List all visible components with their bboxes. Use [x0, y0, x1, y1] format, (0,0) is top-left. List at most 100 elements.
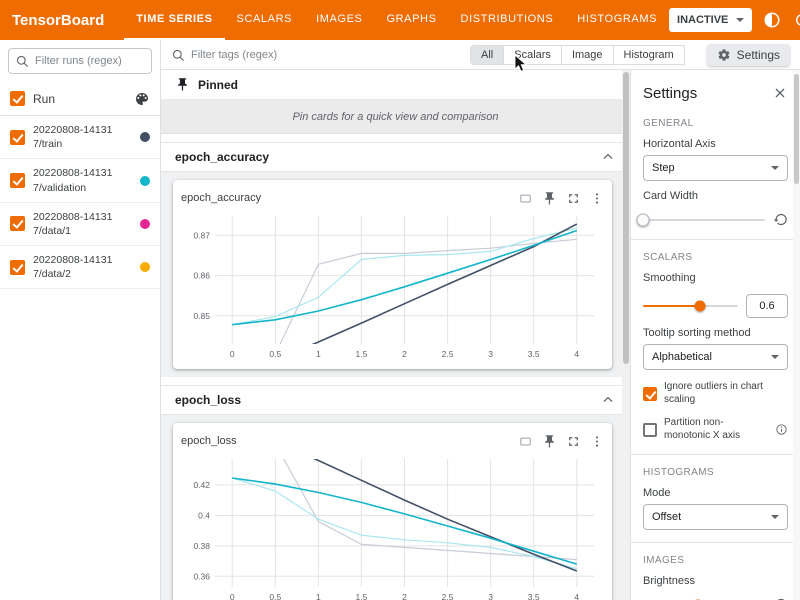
histogram-mode-value: Offset	[652, 511, 681, 523]
chevron-down-icon	[771, 515, 779, 519]
scalar-card-epoch-loss: epoch_loss 00.511.522.533.540.360.380.40…	[173, 423, 612, 600]
fullscreen-icon[interactable]	[566, 191, 581, 206]
horizontal-axis-select[interactable]: Step	[643, 155, 788, 181]
run-checkbox[interactable]	[10, 173, 25, 188]
svg-text:0.85: 0.85	[193, 311, 210, 321]
histogram-mode-select[interactable]: Offset	[643, 504, 788, 530]
settings-button-label: Settings	[737, 48, 780, 62]
svg-text:0.36: 0.36	[193, 571, 210, 581]
brightness-label: Brightness	[643, 575, 788, 587]
tab-distributions[interactable]: DISTRIBUTIONS	[449, 0, 566, 40]
partition-x-row[interactable]: Partition non-monotonic X axis	[643, 417, 788, 442]
histogram-mode-label: Mode	[643, 487, 788, 499]
run-list-item[interactable]: 20220808-141317/data/2	[0, 246, 160, 289]
svg-text:1.5: 1.5	[355, 592, 367, 600]
runs-list-header: Run	[0, 82, 160, 116]
content-column: All Scalars Image Histogram Settings Pin…	[161, 40, 800, 600]
run-checkbox[interactable]	[10, 260, 25, 275]
section-label-scalars: SCALARS	[643, 252, 788, 263]
card-title: epoch_accuracy	[181, 192, 261, 204]
search-icon	[171, 48, 185, 62]
tags-filter-input[interactable]	[191, 49, 462, 61]
pin-card-icon[interactable]	[542, 191, 557, 206]
run-label: 20220808-141317/validation	[33, 166, 121, 194]
run-list-item[interactable]: 20220808-141317/train	[0, 116, 160, 159]
chip-histogram[interactable]: Histogram	[613, 45, 685, 65]
more-options-icon[interactable]	[590, 434, 604, 449]
smoothing-label: Smoothing	[643, 272, 788, 284]
runs-sidebar: Run 20220808-141317/train 20220808-14131…	[0, 40, 161, 600]
svg-text:0.5: 0.5	[269, 592, 281, 600]
epoch-loss-chart[interactable]: 00.511.522.533.540.360.380.40.42	[181, 453, 604, 600]
tooltip-sort-value: Alphabetical	[652, 351, 712, 363]
smoothing-control	[643, 294, 788, 318]
tab-graphs[interactable]: GRAPHS	[374, 0, 448, 40]
card-header: epoch_loss	[181, 429, 604, 453]
settings-scrollbar-thumb[interactable]	[794, 74, 799, 184]
search-icon	[15, 54, 29, 68]
refresh-icon[interactable]	[792, 10, 800, 30]
smoothing-slider[interactable]	[643, 305, 738, 307]
run-select-all-checkbox[interactable]	[10, 91, 25, 106]
scalar-card-epoch-accuracy: epoch_accuracy 00.511.522.533.540.850.86…	[173, 180, 612, 369]
chevron-down-icon	[771, 355, 779, 359]
chip-image[interactable]: Image	[561, 45, 614, 65]
more-options-icon[interactable]	[590, 191, 604, 206]
card-width-slider[interactable]	[643, 219, 765, 221]
app-header: TensorBoard TIME SERIES SCALARS IMAGES G…	[0, 0, 800, 40]
spacer	[161, 134, 630, 142]
tooltip-sort-select[interactable]: Alphabetical	[643, 344, 788, 370]
svg-text:3.5: 3.5	[528, 592, 540, 600]
gear-icon	[717, 48, 731, 62]
info-icon	[775, 423, 788, 436]
tab-histograms[interactable]: HISTOGRAMS	[565, 0, 669, 40]
palette-icon[interactable]	[134, 91, 150, 107]
run-checkbox[interactable]	[10, 130, 25, 145]
horizontal-axis-label: Horizontal Axis	[643, 138, 788, 150]
partition-x-checkbox[interactable]	[643, 423, 657, 437]
tab-time-series[interactable]: TIME SERIES	[124, 0, 224, 40]
fit-domain-icon[interactable]	[518, 191, 533, 206]
settings-button[interactable]: Settings	[707, 44, 790, 66]
chevron-up-icon[interactable]	[600, 392, 616, 408]
epoch-accuracy-chart[interactable]: 00.511.522.533.540.850.860.87	[181, 210, 604, 360]
divider	[631, 239, 800, 240]
section-title: epoch_accuracy	[175, 150, 269, 164]
pin-card-icon[interactable]	[542, 434, 557, 449]
tab-images[interactable]: IMAGES	[304, 0, 374, 40]
fit-domain-icon[interactable]	[518, 434, 533, 449]
run-list-item[interactable]: 20220808-141317/data/1	[0, 203, 160, 246]
close-icon[interactable]	[772, 85, 788, 101]
horizontal-axis-value: Step	[652, 162, 675, 174]
chevron-up-icon[interactable]	[600, 149, 616, 165]
main-scrollbar-thumb[interactable]	[623, 72, 629, 364]
settings-scrollbar[interactable]	[793, 70, 800, 600]
app-body: Run 20220808-141317/train 20220808-14131…	[0, 40, 800, 600]
runs-filter-input[interactable]	[35, 55, 145, 67]
app-title: TensorBoard	[12, 12, 104, 29]
chip-scalars[interactable]: Scalars	[503, 45, 562, 65]
smoothing-value-input[interactable]	[746, 294, 788, 318]
pinned-title: Pinned	[198, 78, 238, 92]
contrast-theme-icon[interactable]	[762, 10, 782, 30]
ignore-outliers-row[interactable]: Ignore outliers in chart scaling	[643, 381, 788, 406]
pinned-empty-message: Pin cards for a quick view and compariso…	[292, 111, 498, 123]
svg-text:0.87: 0.87	[193, 230, 210, 240]
section-label-images: IMAGES	[643, 555, 788, 566]
run-color-dot	[140, 262, 150, 272]
run-label: 20220808-141317/train	[33, 123, 121, 151]
svg-text:0.42: 0.42	[193, 480, 210, 490]
main-scrollbar[interactable]	[622, 70, 630, 600]
reload-status-select[interactable]: INACTIVE	[669, 8, 752, 32]
svg-text:1: 1	[316, 349, 321, 359]
section-header-epoch-accuracy[interactable]: epoch_accuracy	[161, 142, 630, 172]
ignore-outliers-checkbox[interactable]	[643, 387, 657, 401]
svg-text:0.5: 0.5	[269, 349, 281, 359]
run-list-item[interactable]: 20220808-141317/validation	[0, 159, 160, 202]
tab-scalars[interactable]: SCALARS	[225, 0, 305, 40]
section-header-epoch-loss[interactable]: epoch_loss	[161, 385, 630, 415]
reset-card-width-icon[interactable]	[773, 212, 788, 227]
run-checkbox[interactable]	[10, 216, 25, 231]
chip-all[interactable]: All	[470, 45, 504, 65]
fullscreen-icon[interactable]	[566, 434, 581, 449]
